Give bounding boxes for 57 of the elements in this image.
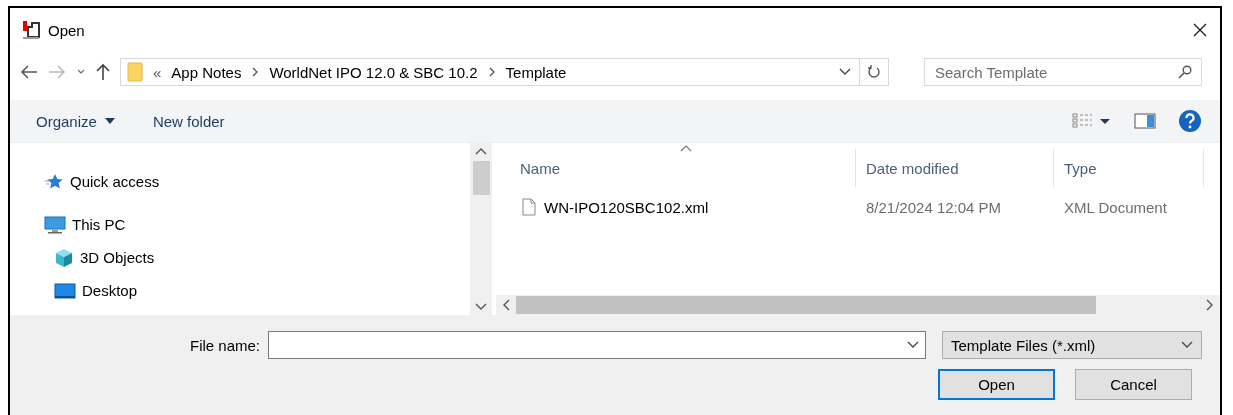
file-name-field[interactable] — [268, 331, 927, 359]
dropdown-chevron-icon[interactable] — [907, 341, 920, 349]
chevron-down-icon[interactable] — [76, 68, 86, 76]
scroll-right-icon[interactable] — [1206, 299, 1214, 311]
scroll-thumb[interactable] — [472, 161, 490, 195]
refresh-icon — [867, 64, 881, 80]
column-header[interactable]: Name — [496, 149, 856, 187]
scroll-up-icon[interactable] — [475, 147, 487, 155]
sort-caret-icon — [680, 145, 692, 152]
file-type: XML Document — [1063, 198, 1168, 216]
breadcrumb[interactable]: App Notes — [171, 63, 242, 81]
search-icon — [1178, 65, 1192, 79]
help-icon[interactable] — [1178, 109, 1202, 133]
scroll-thumb[interactable] — [516, 296, 1096, 314]
open-button[interactable]: Open — [938, 369, 1055, 400]
file-name: WN-IPO120SBC102.xml — [544, 198, 709, 216]
view-list-icon[interactable] — [1072, 113, 1112, 129]
refresh-button[interactable] — [859, 58, 889, 86]
app-icon — [22, 20, 40, 40]
date-modified: 8/21/2024 12:04 PM — [865, 198, 1003, 216]
caret-icon — [104, 118, 115, 124]
back-arrow-icon[interactable] — [20, 65, 38, 79]
scroll-down-icon[interactable] — [475, 303, 487, 311]
computer-icon — [44, 215, 66, 234]
star-icon — [44, 172, 64, 191]
address-bar[interactable]: « App Notes WorldNet IPO 12.0 & SBC 10.2 Template — [120, 58, 860, 86]
horizontal-scrollbar[interactable] — [496, 295, 1220, 315]
search-field[interactable]: Search Template — [924, 58, 1202, 86]
column-header[interactable]: Type — [1054, 149, 1204, 187]
nav-item[interactable]: Quick access — [10, 165, 470, 198]
nav-item[interactable]: This PC — [10, 208, 470, 241]
nav-item[interactable]: Desktop — [10, 274, 470, 307]
document-icon — [522, 198, 536, 216]
breadcrumb[interactable]: WorldNet IPO 12.0 & SBC 10.2 — [269, 63, 478, 81]
preview-pane-icon[interactable] — [1134, 113, 1156, 129]
chevron-right-icon — [251, 67, 260, 77]
new-folder-button[interactable]: New folder — [152, 112, 225, 130]
window-title: Open — [48, 21, 86, 39]
cancel-button[interactable]: Cancel — [1075, 369, 1192, 400]
dropdown-chevron-icon[interactable] — [1181, 341, 1194, 349]
organize-menu[interactable]: Organize — [36, 112, 115, 130]
overflow-chevrons[interactable]: « — [153, 63, 162, 81]
dropdown-chevron-icon[interactable] — [839, 68, 851, 76]
chevron-right-icon — [487, 67, 496, 77]
breadcrumb[interactable]: Template — [505, 63, 567, 81]
scroll-left-icon[interactable] — [502, 299, 510, 311]
cube-icon — [54, 247, 74, 268]
column-header[interactable]: Date modified — [856, 149, 1054, 187]
vertical-scrollbar[interactable] — [470, 143, 492, 315]
up-arrow-icon[interactable] — [96, 63, 110, 81]
desktop-icon — [54, 281, 76, 300]
close-icon[interactable] — [1192, 22, 1208, 38]
folder-icon — [127, 62, 143, 82]
file-type-dropdown[interactable]: Template Files (*.xml) — [942, 331, 1203, 359]
nav-item[interactable]: 3D Objects — [10, 241, 470, 274]
file-row[interactable]: WN-IPO120SBC102.xml 8/21/2024 12:04 PM XML Document — [496, 187, 1220, 227]
file-name-label: File name: — [190, 336, 261, 354]
